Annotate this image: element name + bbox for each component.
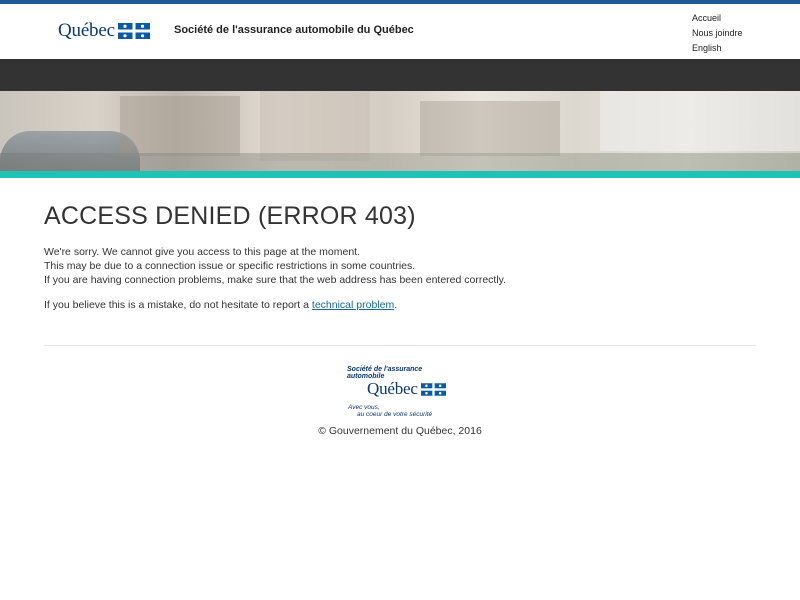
page-title: ACCESS DENIED (ERROR 403) — [44, 202, 416, 230]
banner-image — [0, 91, 800, 171]
message-line: This may be due to a connection issue or… — [44, 260, 416, 272]
quebec-flag-icon — [117, 23, 150, 39]
teal-stripe — [0, 171, 800, 178]
link-accueil[interactable]: Accueil — [692, 11, 743, 26]
report-message: If you believe this is a mistake, do not… — [44, 298, 756, 312]
nav-bar — [0, 59, 800, 91]
logo-tagline-1: Avec vous, — [348, 404, 380, 411]
link-nous-joindre[interactable]: Nous joindre — [692, 26, 743, 41]
footer-quebec-text: Québec — [367, 379, 418, 398]
copyright: © Gouvernement du Québec, 2016 — [318, 425, 482, 437]
message-line: If you are having connection problems, m… — [44, 274, 507, 286]
footer-quebec-logo: Québec — [367, 379, 446, 399]
organization-name: Société de l'assurance automobile du Qué… — [174, 24, 414, 36]
quebec-logo[interactable]: Québec — [58, 20, 150, 42]
report-prefix: If you believe this is a mistake, do not… — [44, 299, 312, 311]
site-header: Québec Société de l'assurance automobile… — [0, 4, 800, 59]
quebec-flag-icon — [420, 382, 446, 396]
technical-problem-link[interactable]: technical problem — [312, 299, 394, 311]
top-links: Accueil Nous joindre English — [692, 11, 743, 56]
saaq-logo: Société de l'assurance automobile Québec… — [347, 366, 457, 418]
report-suffix: . — [394, 299, 398, 311]
main-content: ACCESS DENIED (ERROR 403) We're sorry. W… — [44, 200, 756, 312]
message-line: We're sorry. We cannot give you access t… — [44, 246, 360, 258]
error-message: We're sorry. We cannot give you access t… — [44, 245, 756, 287]
logo-tagline-2: au coeur de votre sécurité — [357, 411, 433, 418]
quebec-logo-text: Québec — [58, 20, 115, 41]
link-english[interactable]: English — [692, 41, 743, 56]
divider — [44, 345, 756, 346]
